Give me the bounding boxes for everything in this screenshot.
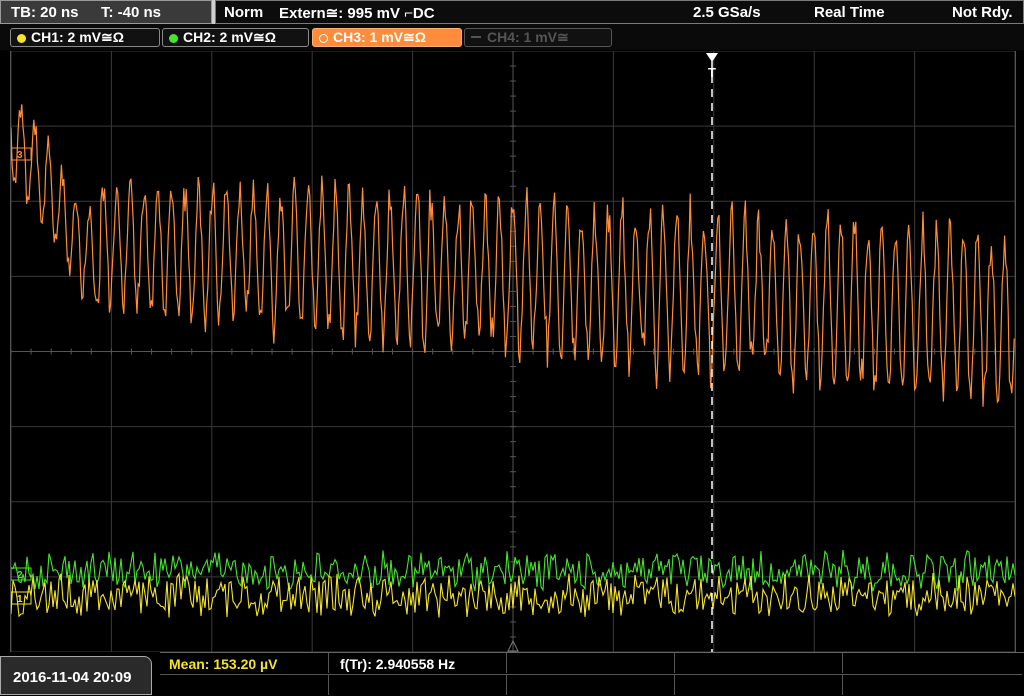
rising-edge-icon: ⌐ [404,5,413,22]
date-time: 2016-11-04 20:09 [13,669,132,686]
waveform-display[interactable]: T 3 2 1 [10,50,1016,653]
acquisition-mode[interactable]: Real Time [814,4,885,21]
timebase-label[interactable]: TB: 20 ns [11,4,79,21]
ch2-dot-icon [169,34,178,43]
frequency-measurement[interactable]: f(Tr): 2.940558 Hz [340,654,455,674]
channel-bar: CH1: 2 mV≅Ω CH2: 2 mV≅Ω CH3: 1 mV≅Ω CH4:… [0,24,1024,50]
measurement-panel: Mean: 153.20 µV f(Tr): 2.940558 Hz [160,652,1024,696]
trigger-mode[interactable]: Norm [224,4,263,21]
ch1-dot-icon [17,34,26,43]
ch4-button[interactable]: CH4: 1 mV≅ [464,28,612,47]
ch3-ground-marker-label: 3 [17,150,23,161]
sample-rate: 2.5 GSa/s [693,4,761,21]
acquisition-status: Not Rdy. [952,4,1013,21]
trigger-marker-label: T [708,65,716,80]
mean-measurement[interactable]: Mean: 153.20 µV [169,654,277,674]
waveform-svg: T 3 2 1 [10,50,1016,653]
ch2-button[interactable]: CH2: 2 mV≅Ω [162,28,309,47]
timebase-panel[interactable]: TB: 20 ns T: -40 ns [0,0,212,24]
date-panel: 2016-11-04 20:09 [0,656,152,695]
ch2-ground-marker-label: 2 [17,570,23,581]
status-bar: TB: 20 ns T: -40 ns Norm Extern≅: 995 mV… [0,0,1024,24]
ch1-ground-marker-label: 1 [17,594,23,605]
ch4-off-icon [471,36,481,38]
trigger-arrow-icon [706,53,718,62]
trigger-source[interactable]: Extern≅: 995 mV ⌐DC [279,4,435,22]
ch1-button[interactable]: CH1: 2 mV≅Ω [10,28,160,47]
trigger-panel: Norm Extern≅: 995 mV ⌐DC 2.5 GSa/s Real … [215,0,1024,24]
ch3-dot-icon [319,34,328,43]
ch3-button[interactable]: CH3: 1 mV≅Ω [312,28,462,47]
trigger-time-label[interactable]: T: -40 ns [101,4,161,21]
